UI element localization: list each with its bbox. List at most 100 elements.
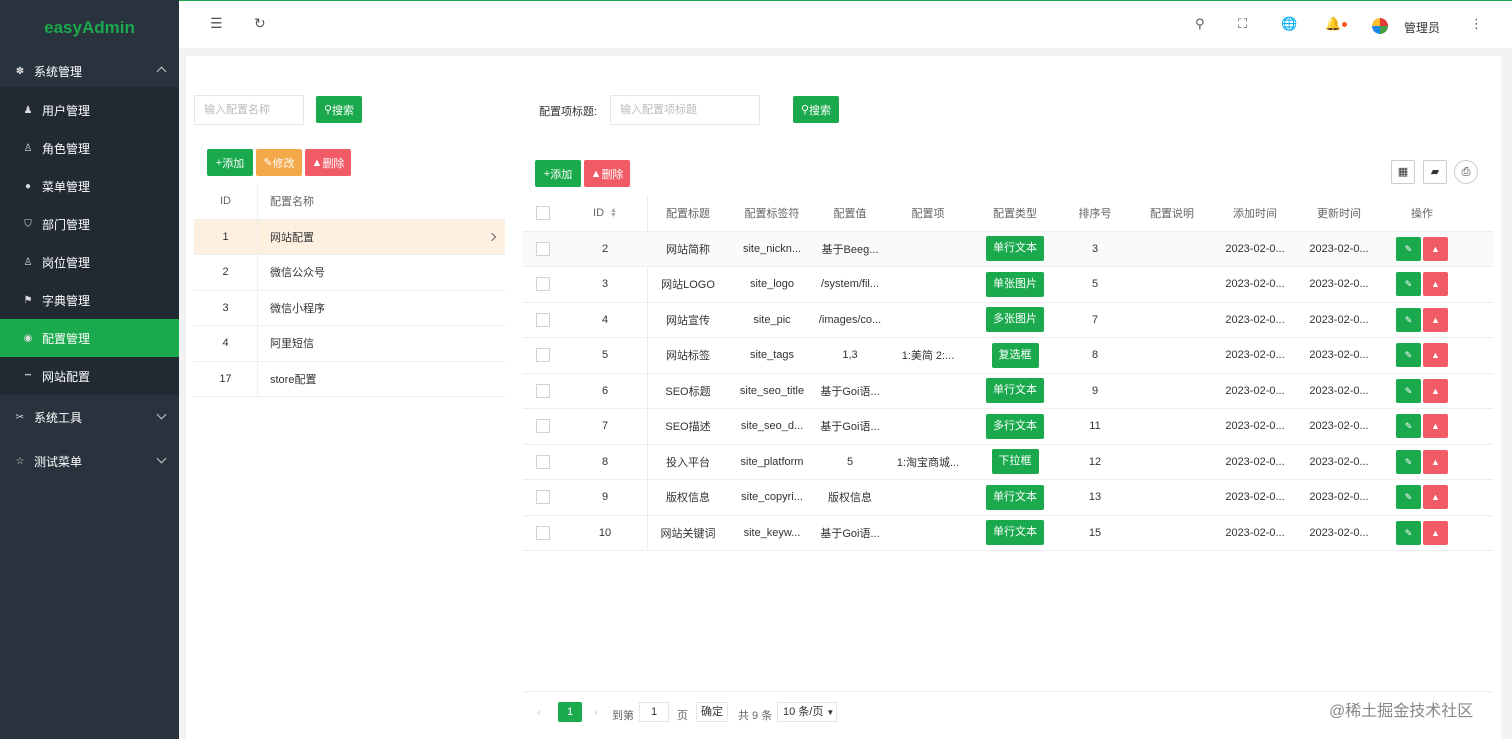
globe-icon[interactable]: 🌐 xyxy=(1281,16,1297,32)
cell-tag: site_copyri... xyxy=(741,491,803,504)
select-all-checkbox[interactable] xyxy=(536,206,550,221)
table-row[interactable]: 2 网站简称 site_nickn... 基于Beeg... 单行文本 3 2023-02-… xyxy=(523,231,1493,267)
table-row[interactable]: 8 投入平台 site_platform 5 1:淘宝商城... 下拉框 12 2023-02… xyxy=(523,445,1493,480)
fullscreen-icon[interactable]: ⛶ xyxy=(1238,16,1247,32)
page-1-button[interactable]: 1 xyxy=(558,702,582,722)
edit-icon[interactable]: ✎ xyxy=(1396,414,1421,439)
edit-icon[interactable]: ✎ xyxy=(1396,485,1421,510)
sidebar-item-label: 部门管理 xyxy=(42,217,91,232)
cell-title: 网站关键词 xyxy=(660,527,716,540)
delete-icon[interactable]: ▲ xyxy=(1423,272,1448,297)
right-add-button[interactable]: + 添加 xyxy=(535,160,581,187)
right-delete-button[interactable]: ▲ 删除 xyxy=(584,160,630,187)
left-search-button[interactable]: ⚲ 搜索 xyxy=(316,96,362,123)
table-row[interactable]: 3 网站LOGO site_logo/system/fil... 单张图片 5 2023-… xyxy=(523,267,1493,303)
left-edit-button[interactable]: ✎ 修改 xyxy=(256,149,302,176)
left-delete-button[interactable]: ▲ 删除 xyxy=(305,149,351,176)
table-row[interactable]: 9 版权信息 site_copyri... 版权信息 单行文本 13 2023-02-0..… xyxy=(523,480,1493,516)
cell-id: 10 xyxy=(598,526,612,539)
row-checkbox[interactable] xyxy=(536,454,550,469)
table-row[interactable]: 7 SEO描述 site_seo_d... 基于Goi语... 多行文本 11 2023-0… xyxy=(523,409,1493,445)
row-checkbox[interactable] xyxy=(536,241,550,256)
sidebar-item-site-config[interactable]: ••• 网站配置 xyxy=(0,357,179,395)
sidebar-group-system[interactable]: ✽ 系统管理 xyxy=(0,55,179,87)
row-checkbox[interactable] xyxy=(536,312,550,327)
cell-sort: 12 xyxy=(1088,455,1102,468)
sidebar-item-users[interactable]: ♟ 用户管理 xyxy=(0,91,179,129)
delete-icon[interactable]: ▲ xyxy=(1423,307,1448,332)
row-checkbox[interactable] xyxy=(536,277,550,292)
row-checkbox[interactable] xyxy=(536,525,550,540)
table-header-row: ID 配置名称 xyxy=(194,184,505,220)
sidebar-item-departments[interactable]: ⛉ 部门管理 xyxy=(0,205,179,243)
row-id: 4 xyxy=(194,326,258,361)
admin-name[interactable]: 管理员 xyxy=(1404,19,1440,36)
table-row[interactable]: 3 微信小程序 xyxy=(194,290,505,326)
column-header-id[interactable]: ID ▲ ▼ xyxy=(563,207,647,219)
edit-icon[interactable]: ✎ xyxy=(1396,343,1421,368)
table-row[interactable]: 5 网站标签 site_tags 1,3 1:美简 2:... 复选框 8 2023-02-0… xyxy=(523,338,1493,374)
sidebar-item-label: 用户管理 xyxy=(42,103,91,118)
table-row[interactable]: 1 网站配置 xyxy=(194,219,505,255)
row-name: 网站配置 xyxy=(270,231,314,244)
table-row[interactable]: 17 store配置 xyxy=(194,361,505,397)
confirm-button[interactable]: 确定 xyxy=(696,702,728,722)
chevron-right-icon xyxy=(487,232,497,241)
left-add-button[interactable]: + 添加 xyxy=(207,149,253,176)
row-checkbox[interactable] xyxy=(536,419,550,434)
sidebar-item-dictionary[interactable]: ⚑ 字典管理 xyxy=(0,281,179,319)
cell-tag: site_logo xyxy=(749,278,795,291)
sort-icon[interactable]: ▲ ▼ xyxy=(610,207,617,219)
column-header-sort: 排序号 xyxy=(1078,208,1112,221)
row-checkbox[interactable] xyxy=(536,348,550,363)
table-row[interactable]: 4 阿里短信 xyxy=(194,326,505,362)
table-row[interactable]: 2 微信公众号 xyxy=(194,255,505,291)
page-size-select[interactable]: 10 条/页 ▼ xyxy=(777,702,837,722)
config-name-search-input[interactable]: 输入配置名称 xyxy=(194,95,304,125)
delete-icon[interactable]: ▲ xyxy=(1423,236,1448,261)
sidebar-group-tools[interactable]: ✂ 系统工具 xyxy=(0,395,179,439)
menu-icon: ● xyxy=(24,180,32,192)
delete-icon[interactable]: ▲ xyxy=(1423,343,1448,368)
bell-icon[interactable]: 🔔 xyxy=(1325,16,1341,32)
settings-icon: ◉ xyxy=(23,332,33,344)
prev-page-icon[interactable]: ‹ xyxy=(537,707,541,719)
menu-toggle-icon[interactable]: ☰ xyxy=(210,15,223,32)
edit-icon[interactable]: ✎ xyxy=(1396,307,1421,332)
goto-page-input[interactable]: 1 xyxy=(639,702,669,722)
sidebar-group-test[interactable]: ☆ 测试菜单 xyxy=(0,439,179,483)
delete-icon[interactable]: ▲ xyxy=(1423,378,1448,403)
config-title-search-input[interactable]: 输入配置项标题 xyxy=(610,95,760,125)
more-vertical-icon[interactable]: ⋮ xyxy=(1470,16,1483,32)
edit-icon[interactable]: ✎ xyxy=(1396,236,1421,261)
table-row[interactable]: 4 网站宣传 site_pic/images/co... 多张图片 7 2023-02-0… xyxy=(523,303,1493,338)
print-icon[interactable]: ⎙ xyxy=(1454,160,1478,184)
search-icon[interactable]: ⚲ xyxy=(1195,16,1205,32)
row-checkbox[interactable] xyxy=(536,490,550,505)
edit-icon[interactable]: ✎ xyxy=(1396,449,1421,474)
cell-title: SEO描述 xyxy=(665,421,711,434)
export-icon[interactable]: ▰ xyxy=(1423,160,1447,184)
table-row[interactable]: 10 网站关键词 site_keyw... 基于Goi语... 单行文本 15 2023-0… xyxy=(523,516,1493,551)
delete-icon[interactable]: ▲ xyxy=(1423,520,1448,545)
next-page-icon[interactable]: › xyxy=(594,707,598,719)
edit-icon[interactable]: ✎ xyxy=(1396,378,1421,403)
cell-updated: 2023-02-0... xyxy=(1309,384,1369,397)
table-row[interactable]: 6 SEO标题 site_seo_title 基于Goi语... 单行文本 9 2023-0… xyxy=(523,374,1493,409)
right-search-button[interactable]: ⚲ 搜索 xyxy=(793,96,839,123)
delete-icon[interactable]: ▲ xyxy=(1423,449,1448,474)
sidebar-item-roles[interactable]: ♙ 角色管理 xyxy=(0,129,179,167)
refresh-icon[interactable]: ↻ xyxy=(254,15,266,32)
edit-icon[interactable]: ✎ xyxy=(1396,520,1421,545)
delete-icon[interactable]: ▲ xyxy=(1423,485,1448,510)
column-header-updated: 更新时间 xyxy=(1317,208,1361,221)
edit-icon[interactable]: ✎ xyxy=(1396,272,1421,297)
columns-filter-icon[interactable]: ▦ xyxy=(1391,160,1415,184)
avatar[interactable] xyxy=(1372,18,1388,34)
row-checkbox[interactable] xyxy=(536,383,550,398)
type-badge: 单行文本 xyxy=(986,520,1044,546)
sidebar-item-posts[interactable]: ♙ 岗位管理 xyxy=(0,243,179,281)
delete-icon[interactable]: ▲ xyxy=(1423,414,1448,439)
sidebar-item-config[interactable]: ◉ 配置管理 xyxy=(0,319,179,357)
sidebar-item-menus[interactable]: ● 菜单管理 xyxy=(0,167,179,205)
